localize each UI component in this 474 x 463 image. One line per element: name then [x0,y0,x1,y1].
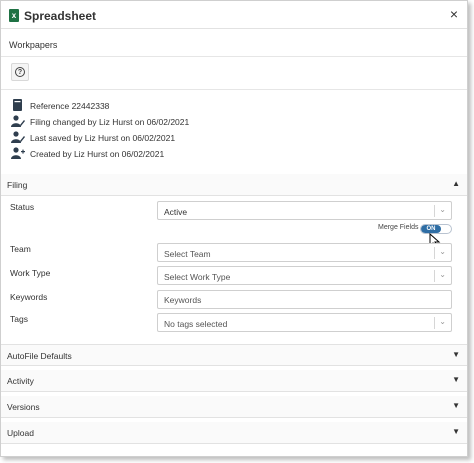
select-separator [434,205,435,217]
upload-label: Upload [7,428,34,438]
user-edit-icon [11,115,25,127]
status-value: Active [164,207,188,217]
created-text: Created by Liz Hurst on 06/02/2021 [30,149,165,159]
close-icon[interactable]: × [450,6,458,22]
team-label: Team [10,244,31,254]
help-circle-icon: ? [15,67,25,77]
help-button[interactable]: ? [11,63,29,81]
filing-section-header[interactable]: Filing ▲ [1,174,467,196]
select-separator [434,247,435,259]
chevron-down-icon: ⌄ [439,270,446,279]
chevron-down-icon: ▼ [452,401,460,410]
keywords-label: Keywords [10,292,48,302]
divider [1,89,467,90]
last-saved-text: Last saved by Liz Hurst on 06/02/2021 [30,133,176,143]
title-bar: x Spreadsheet × [1,1,467,29]
chevron-down-icon: ▼ [452,427,460,436]
status-label: Status [10,202,35,212]
filing-header-label: Filing [7,180,28,190]
user-plus-icon [11,147,25,159]
select-separator [434,317,435,329]
tags-placeholder: No tags selected [164,319,228,329]
chevron-down-icon: ⌄ [439,317,446,326]
tags-select[interactable]: No tags selected ⌄ [157,313,452,332]
chevron-down-icon: ⌄ [439,205,446,214]
select-separator [434,270,435,282]
versions-label: Versions [7,402,40,412]
chevron-down-icon: ▼ [452,375,460,384]
status-select[interactable]: Active ⌄ [157,201,452,220]
upload-section-header[interactable]: Upload ▼ [1,422,467,444]
keywords-input[interactable] [157,290,452,309]
spreadsheet-panel: x Spreadsheet × Workpapers ? Reference 2… [0,0,468,457]
versions-section-header[interactable]: Versions ▼ [1,396,467,418]
user-edit-icon [11,131,25,143]
chevron-up-icon: ▲ [452,179,460,188]
reference-text: Reference 22442338 [30,101,110,111]
book-icon [13,99,22,111]
autofile-defaults-section-header[interactable]: AutoFile Defaults ▼ [1,344,467,366]
merge-fields-label: Merge Fields [378,224,419,231]
work-type-placeholder: Select Work Type [164,272,231,282]
filing-changed-text: Filing changed by Liz Hurst on 06/02/202… [30,117,190,127]
chevron-down-icon: ▼ [452,350,460,359]
subtitle: Workpapers [9,40,58,50]
team-select[interactable]: Select Team ⌄ [157,243,452,262]
work-type-label: Work Type [10,268,51,278]
team-placeholder: Select Team [164,249,211,259]
activity-label: Activity [7,376,34,386]
divider [1,56,467,57]
tags-label: Tags [10,314,28,324]
toggle-on-label: ON [421,225,441,233]
activity-section-header[interactable]: Activity ▼ [1,370,467,392]
window-title: Spreadsheet [24,9,97,23]
autofile-defaults-label: AutoFile Defaults [7,351,72,361]
chevron-down-icon: ⌄ [439,247,446,256]
excel-file-icon: x [9,9,19,22]
work-type-select[interactable]: Select Work Type ⌄ [157,266,452,285]
